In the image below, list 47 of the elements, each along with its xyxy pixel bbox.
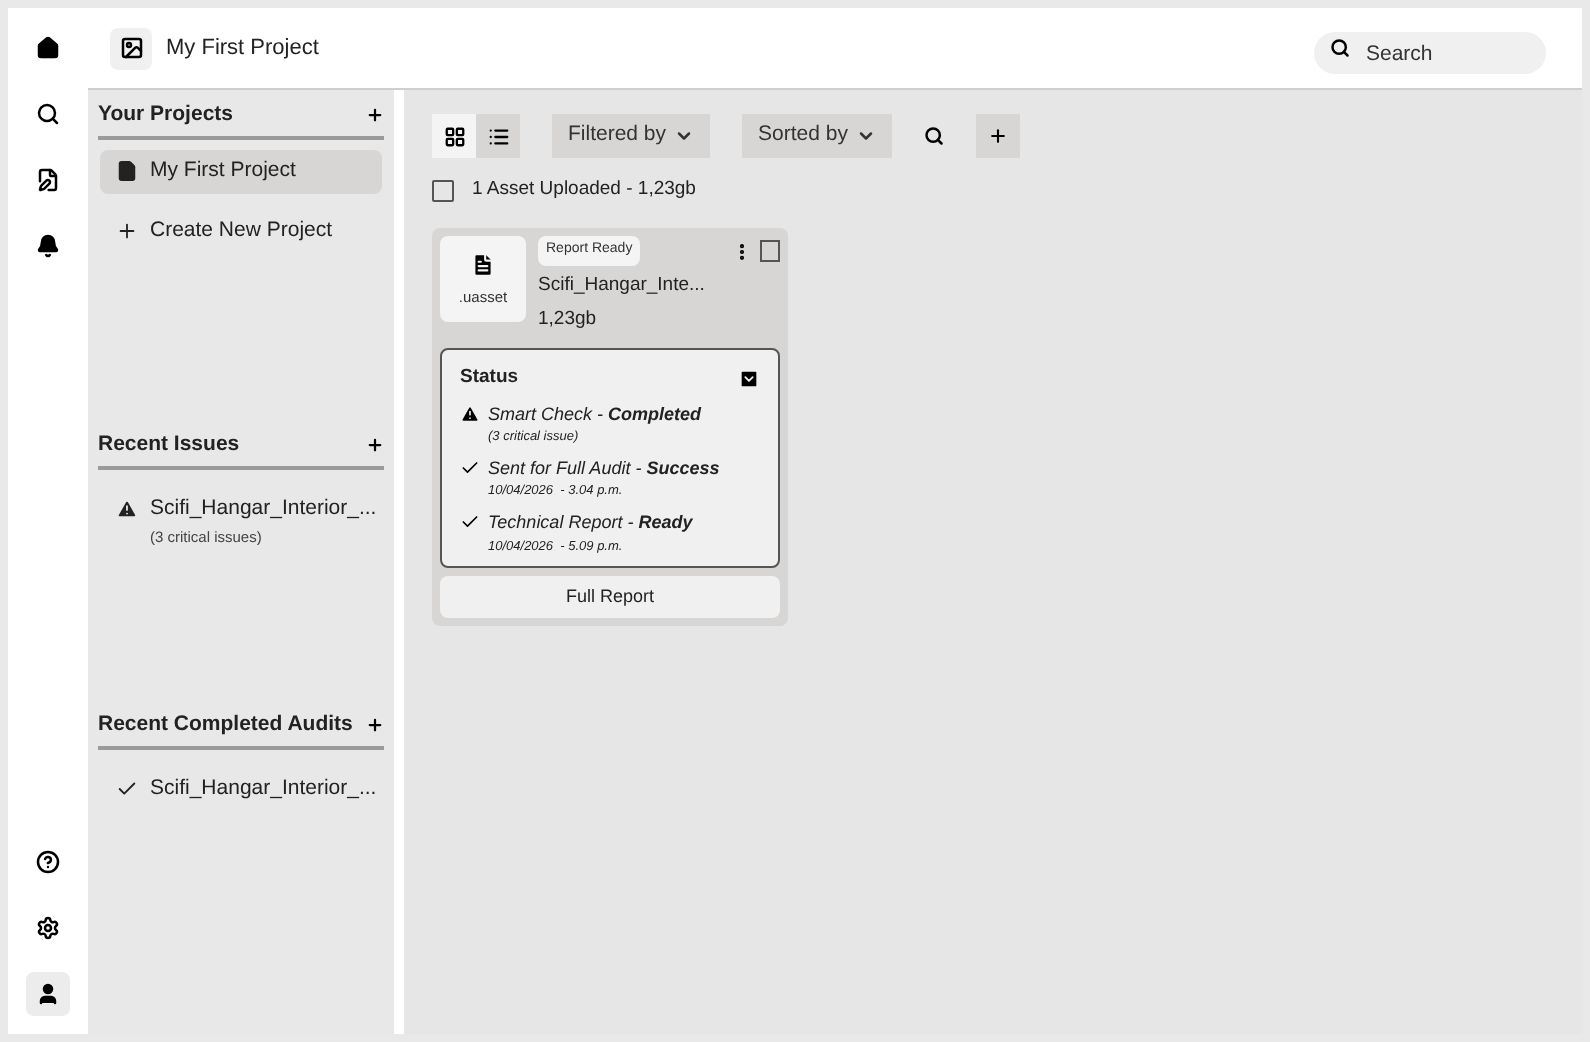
item-label: My First Project <box>150 155 296 186</box>
item-label: Scifi_Hangar_Interior_... <box>150 493 377 524</box>
search-icon <box>1330 38 1350 58</box>
collapse-icon[interactable] <box>738 367 760 390</box>
item-label: Scifi_Hangar_Interior_... <box>150 773 377 804</box>
grid-view-button[interactable] <box>432 114 476 158</box>
file-icon <box>470 251 496 278</box>
file-name: Scifi_Hangar_Inte... <box>538 271 707 300</box>
full-report-button[interactable]: Full Report <box>440 576 780 619</box>
add-icon[interactable] <box>366 716 384 735</box>
check-icon <box>460 457 480 478</box>
plus-icon <box>987 126 1008 146</box>
list-view-button[interactable] <box>476 114 520 158</box>
section-title: Recent Completed Audits <box>98 710 353 740</box>
status-title: Status <box>460 364 519 393</box>
chevron-down-icon <box>855 126 876 146</box>
section-title: Recent Issues <box>98 430 240 460</box>
asset-summary: 1 Asset Uploaded - 1,23gb <box>472 176 696 204</box>
add-icon[interactable] <box>366 436 384 455</box>
plus-icon <box>116 219 138 242</box>
warning-icon <box>116 498 138 521</box>
add-button[interactable] <box>975 114 1020 158</box>
grid-icon <box>443 125 465 147</box>
sort-dropdown[interactable]: Sorted by <box>742 114 892 158</box>
item-label: Create New Project <box>150 215 333 245</box>
project-title: My First Project <box>166 33 319 64</box>
status-text: Smart Check - Completed <box>488 401 702 428</box>
sidebar-item[interactable]: Scifi_Hangar_Interior_... <box>100 767 382 811</box>
user-icon[interactable] <box>26 972 70 1016</box>
sidebar-item[interactable]: Create New Project <box>100 209 382 253</box>
chevron-down-icon <box>674 126 695 146</box>
section-title: Your Projects <box>98 100 233 130</box>
search-icon[interactable] <box>923 126 944 146</box>
sidebar-item[interactable]: My First Project <box>100 149 382 193</box>
status-text: Technical Report - Ready <box>488 510 693 536</box>
select-all-checkbox[interactable] <box>432 179 454 202</box>
search-field[interactable]: Search <box>1314 32 1546 74</box>
list-icon <box>487 125 509 147</box>
file-size: 1,23gb <box>538 306 599 334</box>
add-icon[interactable] <box>366 106 384 125</box>
warning-icon <box>460 403 480 423</box>
card-checkbox[interactable] <box>760 240 780 262</box>
filter-dropdown[interactable]: Filtered by <box>552 114 711 158</box>
file-icon <box>116 160 138 183</box>
image-icon <box>110 27 152 69</box>
status-text: Sent for Full Audit - Success <box>488 455 720 482</box>
check-icon <box>460 512 480 532</box>
